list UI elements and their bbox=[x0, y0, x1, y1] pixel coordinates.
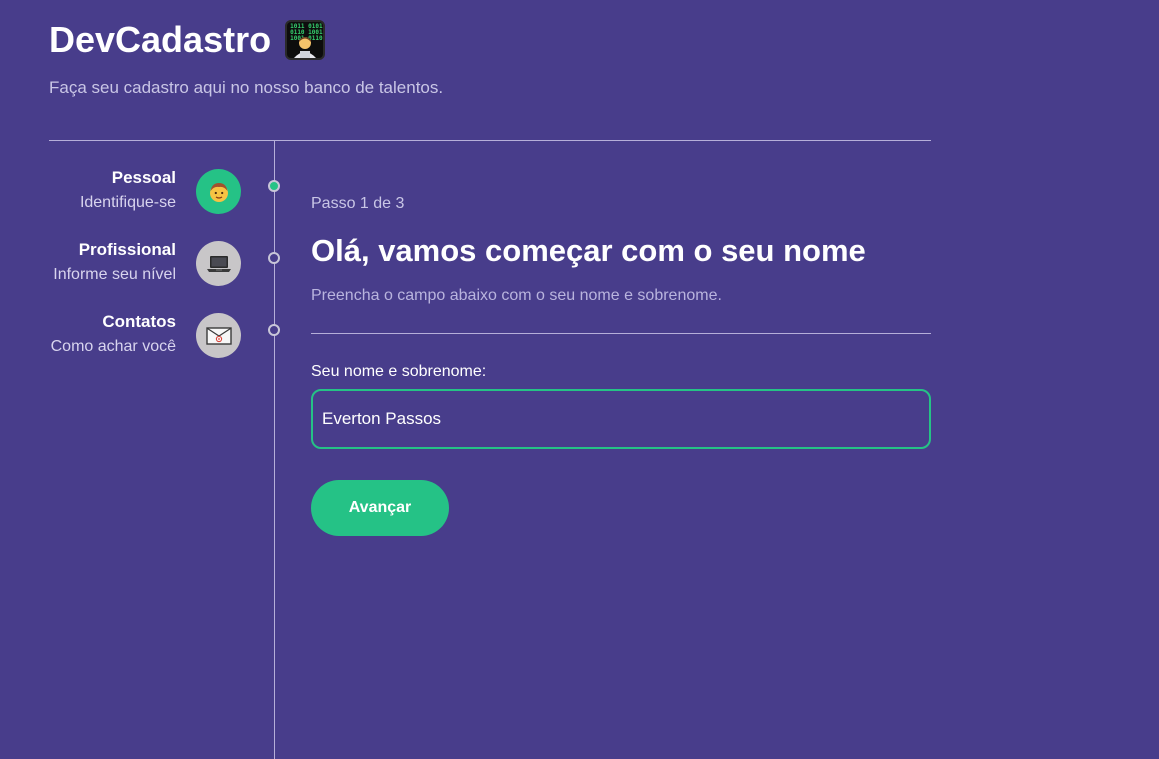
step-text: Profissional Informe seu nível bbox=[53, 240, 176, 285]
name-input[interactable] bbox=[311, 389, 931, 449]
step-description: Informe seu nível bbox=[53, 266, 176, 283]
step-indicator-dot bbox=[268, 324, 280, 336]
app-subtitle: Faça seu cadastro aqui no nosso banco de… bbox=[49, 78, 444, 97]
step-text: Contatos Como achar você bbox=[51, 312, 176, 357]
technologist-icon: 1011 0101 0110 1001 1001 0110 bbox=[285, 20, 326, 60]
step-title: Contatos bbox=[102, 312, 176, 331]
step-indicator-dot bbox=[268, 252, 280, 264]
step-title: Pessoal bbox=[111, 168, 176, 187]
app-title-text: DevCadastro bbox=[49, 19, 272, 60]
header: DevCadastro 1011 0101 0110 1001 1001 011… bbox=[49, 16, 443, 98]
step-item-pessoal[interactable]: Pessoal Identifique-se bbox=[0, 168, 280, 228]
step-title: Profissional bbox=[78, 240, 176, 259]
page-description: Preencha o campo abaixo com o seu nome e… bbox=[311, 287, 722, 304]
step-description: Como achar você bbox=[50, 338, 176, 355]
step-counter: Passo 1 de 3 bbox=[311, 195, 405, 212]
name-field-label: Seu nome e sobrenome: bbox=[311, 363, 487, 380]
page-title: Olá, vamos começar com o seu nome bbox=[311, 233, 866, 268]
step-indicator-dot bbox=[268, 180, 280, 192]
app-title: DevCadastro 1011 0101 0110 1001 1001 011… bbox=[49, 16, 443, 64]
step-text: Pessoal Identifique-se bbox=[80, 168, 176, 213]
step-item-profissional[interactable]: Profissional Informe seu nível bbox=[0, 240, 280, 300]
boy-face-icon bbox=[196, 169, 241, 214]
laptop-icon bbox=[196, 241, 241, 286]
step-description: Identifique-se bbox=[79, 194, 176, 211]
header-divider bbox=[49, 140, 931, 141]
step-item-contatos[interactable]: Contatos Como achar você bbox=[0, 312, 280, 372]
form-content: Passo 1 de 3 Olá, vamos começar com o se… bbox=[311, 194, 931, 536]
sidebar-divider bbox=[274, 141, 275, 759]
email-icon bbox=[196, 313, 241, 358]
content-divider bbox=[311, 333, 931, 334]
next-button[interactable]: Avançar bbox=[311, 480, 449, 536]
